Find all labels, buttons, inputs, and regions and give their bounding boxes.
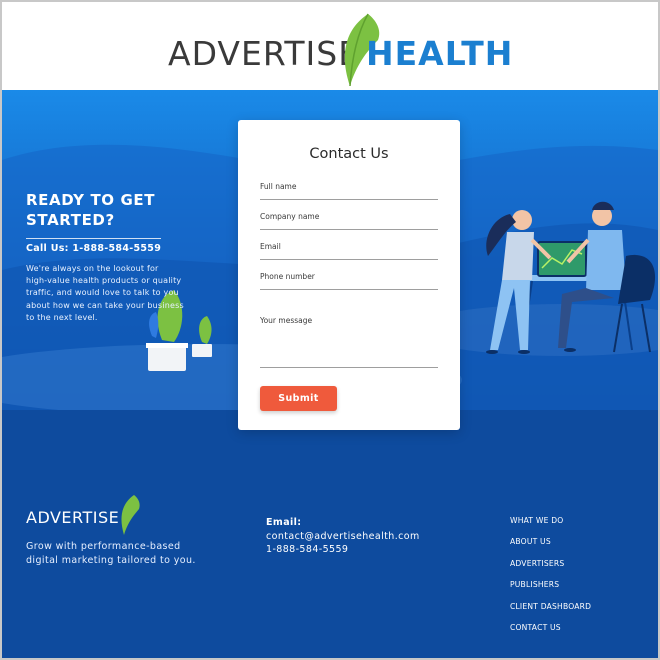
- hero-text-line: We're always on the lookout for: [26, 264, 159, 273]
- email-label: Email: [260, 242, 281, 251]
- footer-email-link[interactable]: contact@advertisehealth.com: [266, 530, 420, 544]
- hero-intro: READY TO GET STARTED? Call Us: 1-888-584…: [26, 190, 236, 324]
- footer-nav: WHAT WE DO ABOUT US ADVERTISERS PUBLISHE…: [510, 516, 591, 644]
- footer-logo[interactable]: ADVERTISE: [26, 494, 146, 538]
- full-name-input[interactable]: [260, 191, 438, 199]
- hero-text-line: about how we can take your business: [26, 300, 184, 310]
- footer-tagline-line: digital marketing tailored to you.: [26, 554, 196, 566]
- full-name-label: Full name: [260, 182, 297, 191]
- page-frame: ADVERTISE HEALTH READY TO GET STARTED? C…: [0, 0, 660, 660]
- company-name-field[interactable]: Company name: [260, 212, 438, 230]
- logo-text-health: HEALTH: [366, 34, 514, 73]
- company-name-label: Company name: [260, 212, 320, 221]
- footer-email-label: Email:: [266, 517, 302, 528]
- full-name-field[interactable]: Full name: [260, 182, 438, 200]
- site-footer: ADVERTISE Grow with performance-based di…: [2, 410, 658, 658]
- hero-title: READY TO GET STARTED?: [26, 191, 156, 229]
- message-label: Your message: [260, 316, 313, 325]
- company-name-input[interactable]: [260, 221, 438, 229]
- footer-logo-text: ADVERTISE: [26, 508, 120, 527]
- email-field[interactable]: Email: [260, 242, 438, 260]
- submit-button[interactable]: Submit: [260, 386, 337, 411]
- phone-number-input[interactable]: [260, 281, 438, 289]
- phone-number-label: Phone number: [260, 272, 315, 281]
- logo-text-advertise: ADVERTISE: [168, 34, 361, 73]
- site-logo[interactable]: ADVERTISE HEALTH: [168, 12, 512, 90]
- contact-form-title: Contact Us: [309, 146, 389, 162]
- message-field[interactable]: Your message: [260, 316, 438, 368]
- footer-nav-publishers[interactable]: PUBLISHERS: [510, 580, 591, 601]
- hero-text-line: high-value health products or quality: [26, 276, 182, 286]
- hero-text-line: to the next level.: [26, 312, 98, 322]
- footer-phone-link[interactable]: 1-888-584-5559: [266, 543, 420, 557]
- footer-nav-client-dashboard[interactable]: CLIENT DASHBOARD: [510, 602, 591, 623]
- footer-tagline-line: Grow with performance-based: [26, 541, 181, 552]
- footer-contact: Email: contact@advertisehealth.com 1-888…: [266, 516, 420, 557]
- email-input[interactable]: [260, 251, 438, 259]
- contact-form-card: Contact Us Full name Company name Email …: [238, 120, 460, 430]
- site-header: ADVERTISE HEALTH: [2, 2, 658, 90]
- footer-nav-about-us[interactable]: ABOUT US: [510, 537, 591, 558]
- message-textarea[interactable]: [260, 325, 438, 365]
- phone-number-field[interactable]: Phone number: [260, 272, 438, 290]
- footer-nav-contact-us[interactable]: CONTACT US: [510, 623, 591, 644]
- footer-nav-advertisers[interactable]: ADVERTISERS: [510, 559, 591, 580]
- footer-tagline: Grow with performance-based digital mark…: [26, 540, 216, 567]
- footer-nav-what-we-do[interactable]: WHAT WE DO: [510, 516, 591, 537]
- hero-text-line: traffic, and would love to talk to you: [26, 288, 179, 298]
- leaf-icon: [121, 495, 140, 535]
- hero-phone[interactable]: Call Us: 1-888-584-5559: [26, 238, 162, 254]
- hero-description: We're always on the lookout for high-val…: [26, 263, 236, 324]
